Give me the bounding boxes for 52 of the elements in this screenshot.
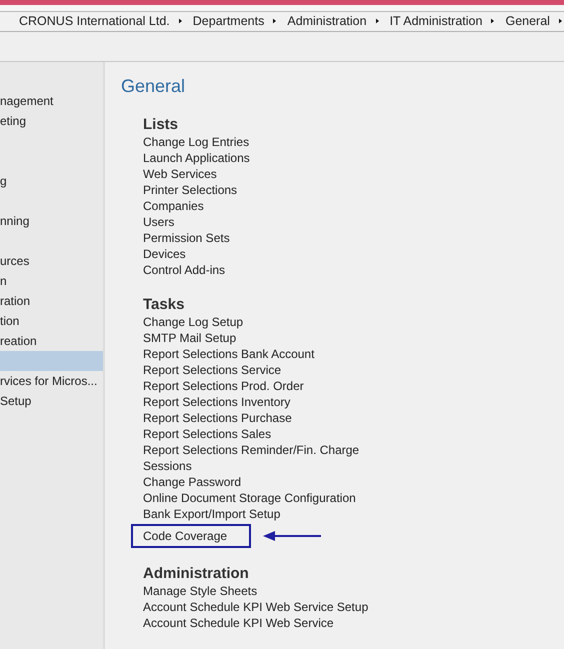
navigation-item[interactable]: urces bbox=[0, 251, 103, 271]
action-link[interactable]: Launch Applications bbox=[143, 151, 250, 165]
navigation-item[interactable]: tion bbox=[0, 311, 103, 331]
action-link[interactable]: Change Log Entries bbox=[143, 135, 250, 149]
action-link[interactable]: Change Password bbox=[143, 475, 242, 489]
action-link[interactable]: Devices bbox=[143, 247, 186, 261]
action-link[interactable]: Report Selections Inventory bbox=[143, 395, 290, 409]
section-heading: Tasks bbox=[143, 296, 186, 314]
section-heading: Administration bbox=[143, 565, 250, 583]
action-link[interactable]: Bank Export/Import Setup bbox=[143, 507, 280, 521]
breadcrumb-link[interactable]: Administration bbox=[287, 14, 367, 28]
action-link[interactable]: Account Schedule KPI Web Service Setup bbox=[143, 600, 368, 614]
section-heading: Lists bbox=[143, 116, 180, 134]
page-title: General bbox=[121, 76, 186, 97]
caret-icon[interactable] bbox=[558, 17, 562, 26]
navigation-item[interactable]: reation bbox=[0, 331, 103, 351]
action-link[interactable]: Change Log Setup bbox=[143, 315, 244, 329]
breadcrumb-link[interactable]: CRONUS International Ltd. bbox=[19, 14, 170, 28]
action-link[interactable]: SMTP Mail Setup bbox=[143, 331, 236, 345]
breadcrumb-link[interactable]: General bbox=[505, 14, 550, 28]
caret-icon[interactable] bbox=[178, 17, 182, 26]
breadcrumb-link[interactable]: Departments bbox=[192, 14, 264, 28]
action-link[interactable]: Account Schedule KPI Web Service bbox=[143, 616, 334, 630]
navigation-item[interactable]: eting bbox=[0, 111, 103, 131]
action-link[interactable]: Report Selections Prod. Order bbox=[143, 379, 304, 393]
action-link[interactable]: Companies bbox=[143, 199, 204, 213]
navigation-item[interactable]: rvices for Micros... bbox=[0, 371, 103, 391]
action-link[interactable]: Report Selections Service bbox=[143, 363, 282, 377]
action-link[interactable]: Manage Style Sheets bbox=[143, 584, 258, 598]
action-link[interactable]: Control Add-ins bbox=[143, 263, 226, 277]
breadcrumb-link[interactable]: IT Administration bbox=[390, 14, 482, 28]
action-link[interactable]: Report Selections Sales bbox=[143, 427, 272, 441]
action-link[interactable]: Users bbox=[143, 215, 174, 229]
caret-icon[interactable] bbox=[273, 17, 276, 26]
caret-icon[interactable] bbox=[491, 17, 494, 26]
action-link[interactable]: Report Selections Purchase bbox=[143, 411, 292, 425]
action-link[interactable]: Permission Sets bbox=[143, 231, 230, 245]
navigation-item[interactable]: Setup bbox=[0, 391, 103, 411]
navigation-item[interactable]: ration bbox=[0, 291, 103, 311]
arrow-icon bbox=[263, 531, 322, 541]
navigation-item[interactable]: nagement bbox=[0, 91, 103, 111]
navigation-item[interactable]: g bbox=[0, 171, 103, 191]
action-link[interactable]: Sessions bbox=[143, 459, 192, 473]
action-link[interactable]: Web Services bbox=[143, 167, 217, 181]
navigation-item[interactable]: nning bbox=[0, 211, 103, 231]
action-link[interactable]: Report Selections Reminder/Fin. Charge bbox=[143, 443, 360, 457]
caret-icon[interactable] bbox=[376, 17, 379, 26]
action-link[interactable]: Printer Selections bbox=[143, 183, 238, 197]
action-link[interactable]: Online Document Storage Configuration bbox=[143, 491, 356, 505]
action-link[interactable]: Code Coverage bbox=[131, 524, 252, 548]
navigation-item[interactable]: n bbox=[0, 271, 103, 291]
action-link[interactable]: Report Selections Bank Account bbox=[143, 347, 314, 361]
